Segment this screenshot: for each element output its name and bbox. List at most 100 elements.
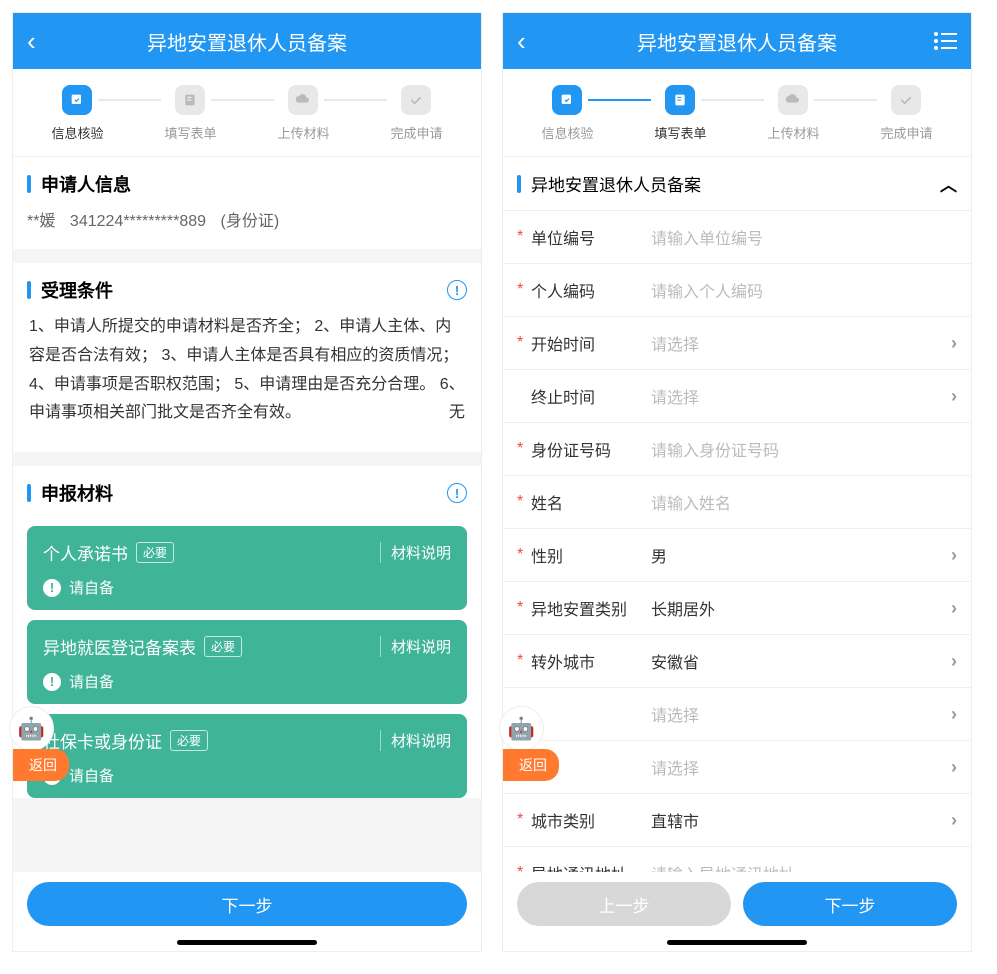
field-value[interactable]: 请输入个人编码 xyxy=(651,278,957,302)
content-scroll[interactable]: 申请人信息 **媛 341224*********889 (身份证) 受理条件 … xyxy=(13,157,481,872)
step-icon-verify xyxy=(62,85,92,115)
field-label: 转外城市 xyxy=(531,649,651,673)
conditions-text: 1、申请人所提交的申请材料是否齐全； 2、申请人主体、内容是否合法有效； 3、申… xyxy=(29,318,465,421)
material-detail-link[interactable]: 材料说明 xyxy=(380,542,451,563)
applicant-heading: 申请人信息 xyxy=(41,171,131,197)
home-indicator[interactable] xyxy=(667,940,807,945)
material-detail-link[interactable]: 材料说明 xyxy=(380,636,451,657)
field-value[interactable]: 请输入单位编号 xyxy=(651,225,957,249)
form-row[interactable]: *异地通讯地址请输入异地通讯地址 xyxy=(503,847,971,872)
field-value[interactable]: 请选择 xyxy=(651,331,951,355)
required-mark: * xyxy=(517,281,527,299)
chevron-up-icon: ︿ xyxy=(940,171,957,196)
return-button[interactable]: 返回 xyxy=(503,749,559,781)
chevron-right-icon: › xyxy=(951,386,957,407)
chevron-right-icon: › xyxy=(951,810,957,831)
required-mark: * xyxy=(517,228,527,246)
material-detail-link[interactable]: 材料说明 xyxy=(380,730,451,751)
form-row[interactable]: *城市类别直辖市› xyxy=(503,794,971,847)
applicant-id: 341224*********889 xyxy=(70,213,206,230)
form-row[interactable]: *性别男› xyxy=(503,529,971,582)
form-row[interactable]: *单位编号请输入单位编号 xyxy=(503,211,971,264)
required-mark: * xyxy=(517,864,527,872)
info-icon[interactable]: ! xyxy=(447,280,467,300)
prev-button[interactable]: 上一步 xyxy=(517,882,731,926)
required-mark: * xyxy=(517,440,527,458)
field-value[interactable]: 请输入身份证号码 xyxy=(651,437,957,461)
field-value[interactable]: 请输入姓名 xyxy=(651,490,957,514)
conditions-none: 无 xyxy=(449,399,465,428)
form-row[interactable]: *身份证号码请输入身份证号码 xyxy=(503,423,971,476)
step-icon-done xyxy=(891,85,921,115)
form-row[interactable]: *异地安置类别长期居外› xyxy=(503,582,971,635)
header: ‹ 异地安置退休人员备案 xyxy=(13,13,481,69)
footer: 上一步 下一步 xyxy=(503,872,971,940)
step-icon-form xyxy=(665,85,695,115)
screen-step2: ‹ 异地安置退休人员备案 信息核验 填写表单 上传材料 完成申请 异地安置退休人… xyxy=(502,12,972,952)
material-card[interactable]: 社保卡或身份证必要材料说明!请自备 xyxy=(27,714,467,798)
step-icon-form xyxy=(175,85,205,115)
chevron-right-icon: › xyxy=(951,757,957,778)
field-label: 单位编号 xyxy=(531,225,651,249)
conditions-section: 受理条件 ! 1、申请人所提交的申请材料是否齐全； 2、申请人主体、内容是否合法… xyxy=(13,263,481,452)
field-label: 性别 xyxy=(531,543,651,567)
form-row[interactable]: *姓名请输入姓名 xyxy=(503,476,971,529)
material-card[interactable]: 个人承诺书必要材料说明!请自备 xyxy=(27,526,467,610)
field-value[interactable]: 请选择 xyxy=(651,755,951,779)
step-1: 信息核验 xyxy=(516,85,620,142)
material-required-badge: 必要 xyxy=(170,730,208,751)
material-hint: 请自备 xyxy=(69,765,114,786)
field-label: 个人编码 xyxy=(531,278,651,302)
next-button[interactable]: 下一步 xyxy=(27,882,467,926)
step-icon-upload xyxy=(778,85,808,115)
header: ‹ 异地安置退休人员备案 xyxy=(503,13,971,69)
alert-icon: ! xyxy=(43,673,61,691)
required-mark: * xyxy=(517,334,527,352)
info-icon[interactable]: ! xyxy=(447,483,467,503)
assistant-bot-icon[interactable]: 🤖 xyxy=(9,706,54,751)
footer: 下一步 xyxy=(13,872,481,940)
menu-icon[interactable] xyxy=(933,31,957,51)
materials-heading: 申报材料 xyxy=(41,480,113,506)
home-indicator[interactable] xyxy=(177,940,317,945)
field-value[interactable]: 请输入异地通讯地址 xyxy=(651,861,957,872)
form-row[interactable]: 请选择› xyxy=(503,688,971,741)
chevron-right-icon: › xyxy=(951,598,957,619)
return-button[interactable]: 返回 xyxy=(13,749,69,781)
field-value[interactable]: 请选择 xyxy=(651,702,951,726)
material-hint: 请自备 xyxy=(69,577,114,598)
material-required-badge: 必要 xyxy=(204,636,242,657)
required-mark: * xyxy=(517,599,527,617)
material-name: 异地就医登记备案表 xyxy=(43,634,196,659)
conditions-heading: 受理条件 xyxy=(41,277,113,303)
field-value[interactable]: 长期居外 xyxy=(651,596,951,620)
step-icon-done xyxy=(401,85,431,115)
back-icon[interactable]: ‹ xyxy=(517,26,526,57)
applicant-name: **媛 xyxy=(27,213,55,230)
content-scroll[interactable]: 异地安置退休人员备案 ︿ *单位编号请输入单位编号*个人编码请输入个人编码*开始… xyxy=(503,157,971,872)
field-value[interactable]: 安徽省 xyxy=(651,649,951,673)
back-icon[interactable]: ‹ xyxy=(27,26,36,57)
form-row[interactable]: 终止时间请选择› xyxy=(503,370,971,423)
field-label: 终止时间 xyxy=(531,384,651,408)
field-label: 身份证号码 xyxy=(531,437,651,461)
step-4: 完成申请 xyxy=(855,85,959,142)
field-value[interactable]: 直辖市 xyxy=(651,808,951,832)
step-icon-verify xyxy=(552,85,582,115)
material-card[interactable]: 异地就医登记备案表必要材料说明!请自备 xyxy=(27,620,467,704)
form-row[interactable]: 请选择› xyxy=(503,741,971,794)
step-4: 完成申请 xyxy=(365,85,469,142)
form-row[interactable]: *转外城市安徽省› xyxy=(503,635,971,688)
field-value[interactable]: 男 xyxy=(651,543,951,567)
chevron-right-icon: › xyxy=(951,545,957,566)
material-name: 个人承诺书 xyxy=(43,540,128,565)
assistant-bot-icon[interactable]: 🤖 xyxy=(499,706,544,751)
alert-icon: ! xyxy=(43,579,61,597)
field-value[interactable]: 请选择 xyxy=(651,384,951,408)
step-2: 填写表单 xyxy=(629,85,733,142)
form-row[interactable]: *开始时间请选择› xyxy=(503,317,971,370)
form-collapse-header[interactable]: 异地安置退休人员备案 ︿ xyxy=(503,157,971,211)
field-label: 姓名 xyxy=(531,490,651,514)
form-row[interactable]: *个人编码请输入个人编码 xyxy=(503,264,971,317)
next-button[interactable]: 下一步 xyxy=(743,882,957,926)
